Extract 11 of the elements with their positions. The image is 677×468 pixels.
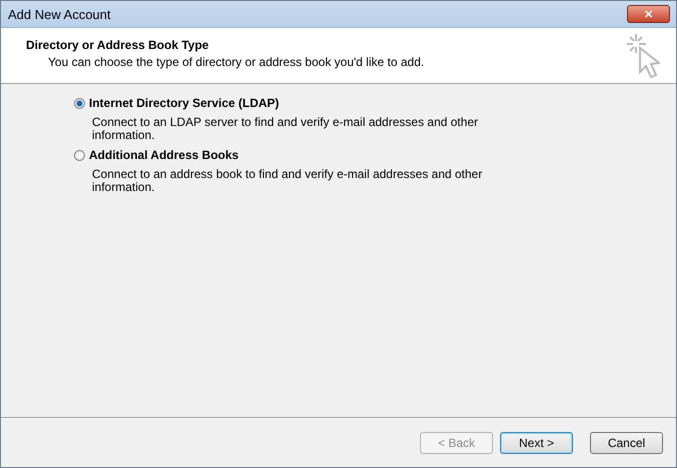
radio-button[interactable] [74, 150, 85, 160]
header-title: Directory or Address Book Type [26, 38, 210, 52]
option-description: Connect to an LDAP server to find and verify e-mail addresses and other information. [92, 116, 479, 142]
window-title: Add New Account [8, 6, 111, 22]
radio-button[interactable] [74, 98, 85, 108]
option-label[interactable]: Additional Address Books [89, 148, 239, 162]
option-description: Connect to an address book to find and verify e-mail addresses and other information. [92, 168, 484, 194]
dialog-button[interactable]: Cancel [590, 432, 663, 454]
option-label[interactable]: Internet Directory Service (LDAP) [89, 96, 280, 110]
dialog-button[interactable]: Next > [500, 432, 573, 454]
header-subtitle: You can choose the type of directory or address book you'd like to add. [48, 55, 424, 69]
